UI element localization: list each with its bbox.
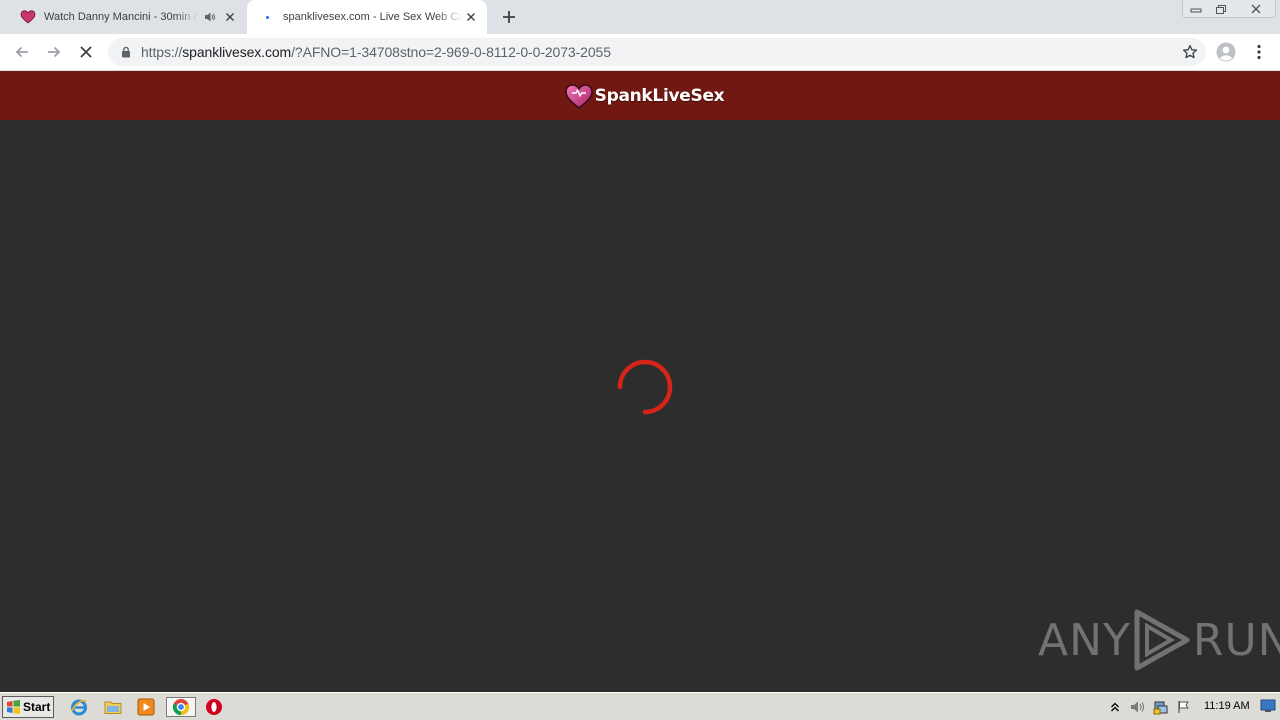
plus-icon	[503, 11, 515, 23]
tab-spanklivesex[interactable]: spanklivesex.com - Live Sex Web Ca	[247, 0, 487, 34]
browser-toolbar: https://spanklivesex.com/?AFNO=1-34708st…	[0, 34, 1280, 71]
close-icon	[1251, 4, 1261, 14]
logo-text: SpankLiveSex	[594, 85, 725, 106]
minimize-icon	[1190, 8, 1202, 13]
tab-strip: Watch Danny Mancini - 30min de spanklive…	[0, 0, 1280, 34]
url-host: spanklivesex.com	[182, 44, 292, 60]
action-center-flag-icon[interactable]	[1175, 698, 1193, 716]
taskbar-clock[interactable]: 11:19 AM	[1204, 700, 1250, 712]
site-logo[interactable]: SpankLiveSex	[564, 82, 725, 110]
arrow-left-icon	[15, 46, 28, 58]
minimize-button[interactable]	[1183, 0, 1209, 18]
loading-spinner-icon	[617, 359, 673, 415]
arrow-right-icon	[48, 46, 61, 58]
start-button[interactable]: Start	[2, 696, 54, 718]
lock-icon	[118, 44, 134, 60]
heart-favicon-icon	[20, 9, 36, 25]
url-text: https://spanklivesex.com/?AFNO=1-34708st…	[141, 44, 611, 60]
windows-flag-icon	[6, 700, 21, 714]
forward-button[interactable]	[40, 38, 68, 66]
tab-title: spanklivesex.com - Live Sex Web Ca	[283, 11, 463, 23]
url-path: /?AFNO=1-34708stno=2-969-0-8112-0-0-2073…	[291, 44, 611, 60]
media-player-icon[interactable]	[135, 697, 157, 717]
file-explorer-icon[interactable]	[102, 697, 124, 717]
heart-logo-icon	[564, 83, 593, 109]
kebab-menu-icon	[1257, 44, 1261, 60]
site-header: SpankLiveSex	[0, 71, 1280, 120]
tab-close-icon[interactable]	[222, 9, 238, 25]
opera-icon[interactable]	[203, 697, 225, 717]
anyrun-watermark: ANY RUN	[1038, 608, 1280, 672]
system-tray	[1106, 695, 1278, 719]
tab-title: Watch Danny Mancini - 30min de	[44, 11, 198, 23]
watermark-right-text: RUN	[1192, 614, 1280, 666]
show-hidden-icons-icon[interactable]	[1106, 698, 1124, 716]
start-label: Start	[23, 700, 51, 714]
watermark-left-text: ANY	[1038, 614, 1131, 666]
network-icon[interactable]	[1152, 698, 1170, 716]
stop-loading-button[interactable]	[72, 38, 100, 66]
stop-icon	[80, 46, 92, 58]
url-scheme: https://	[141, 44, 183, 60]
address-bar[interactable]: https://spanklivesex.com/?AFNO=1-34708st…	[108, 38, 1206, 66]
account-avatar-icon	[1216, 42, 1236, 62]
close-window-button[interactable]	[1236, 0, 1276, 18]
tab-watch-video[interactable]: Watch Danny Mancini - 30min de	[8, 0, 246, 34]
show-desktop-button[interactable]	[1259, 698, 1277, 714]
back-button[interactable]	[8, 38, 36, 66]
new-tab-button[interactable]	[496, 5, 522, 29]
play-triangle-icon	[1134, 609, 1190, 671]
restore-icon	[1216, 4, 1226, 14]
internet-explorer-icon[interactable]	[68, 697, 90, 717]
chrome-taskbar-icon[interactable]	[166, 697, 196, 717]
speaker-icon[interactable]	[202, 9, 218, 25]
restore-button[interactable]	[1209, 0, 1233, 18]
menu-button[interactable]	[1245, 38, 1273, 66]
loading-favicon-icon	[259, 9, 275, 25]
volume-icon[interactable]	[1129, 698, 1147, 716]
bookmark-star-icon[interactable]	[1180, 42, 1200, 62]
tab-close-icon[interactable]	[463, 9, 479, 25]
monitor-icon	[1260, 699, 1276, 712]
page-content	[0, 120, 1280, 692]
profile-button[interactable]	[1212, 38, 1240, 66]
windows-taskbar: Start 11:19 AM	[0, 692, 1280, 720]
